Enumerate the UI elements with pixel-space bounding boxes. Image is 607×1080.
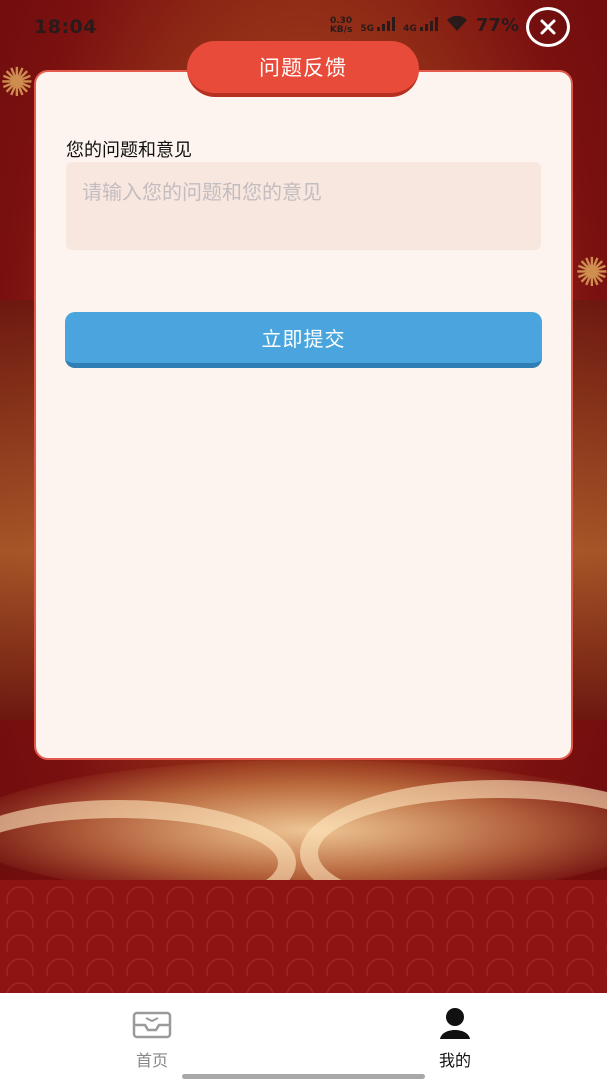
feedback-field-label: 您的问题和意见 [66, 140, 192, 161]
tab-mine[interactable]: 我的 [405, 1005, 505, 1071]
sim1-signal-icon: 5G [360, 17, 396, 34]
sim1-label: 5G [360, 24, 374, 34]
user-icon [405, 1005, 505, 1041]
net-speed-unit: KB/s [329, 24, 353, 35]
status-time: 18:04 [34, 16, 97, 38]
wave-pattern-decoration [0, 880, 607, 993]
building-left-decoration [0, 300, 35, 720]
feedback-textarea[interactable] [66, 162, 541, 250]
home-indicator[interactable] [182, 1074, 425, 1079]
close-icon [540, 19, 556, 35]
firework-icon: ✺ [575, 250, 607, 296]
submit-button[interactable]: 立即提交 [65, 312, 542, 368]
wifi-icon [446, 14, 468, 37]
tab-home-label: 首页 [135, 1051, 168, 1070]
building-right-decoration [572, 300, 607, 720]
bottom-tab-bar: 首页 我的 [0, 993, 607, 1080]
sim2-signal-icon: 4G [403, 17, 438, 34]
tab-home[interactable]: 首页 [102, 1005, 202, 1071]
tab-mine-label: 我的 [438, 1051, 471, 1070]
battery-percent: 77% [475, 15, 519, 36]
net-speed: 0.30 KB/s [329, 16, 353, 35]
dialog-title: 问题反馈 [187, 41, 419, 97]
close-button[interactable] [526, 7, 570, 47]
firework-icon: ✺ [0, 60, 34, 106]
inbox-icon [102, 1005, 202, 1041]
sim2-label: 4G [403, 24, 417, 34]
status-icons: 0.30 KB/s 5G 4G 77% [330, 14, 519, 37]
